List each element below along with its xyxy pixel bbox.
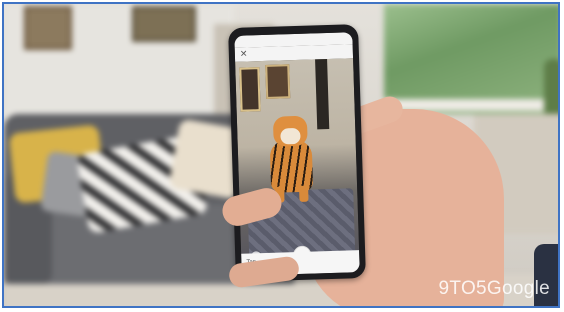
phone-screen: ✕ Tap [234,32,360,276]
window [384,4,558,114]
wall-picture [132,6,196,42]
wall-picture [24,6,72,50]
ar-floor-lamp [315,59,330,130]
photo-frame: ✕ Tap 9TO5Go [2,2,560,308]
smartphone: ✕ Tap [228,24,366,282]
tiger-body [269,139,314,193]
ar-camera-view [235,58,360,276]
tiger-face [280,127,301,145]
watermark-logo: 9TO5Google [438,278,550,299]
ar-wall-art [265,64,291,99]
tiger-leg [299,185,309,202]
ar-wall-art [239,67,261,112]
close-icon[interactable]: ✕ [240,49,248,60]
plant [544,59,558,114]
